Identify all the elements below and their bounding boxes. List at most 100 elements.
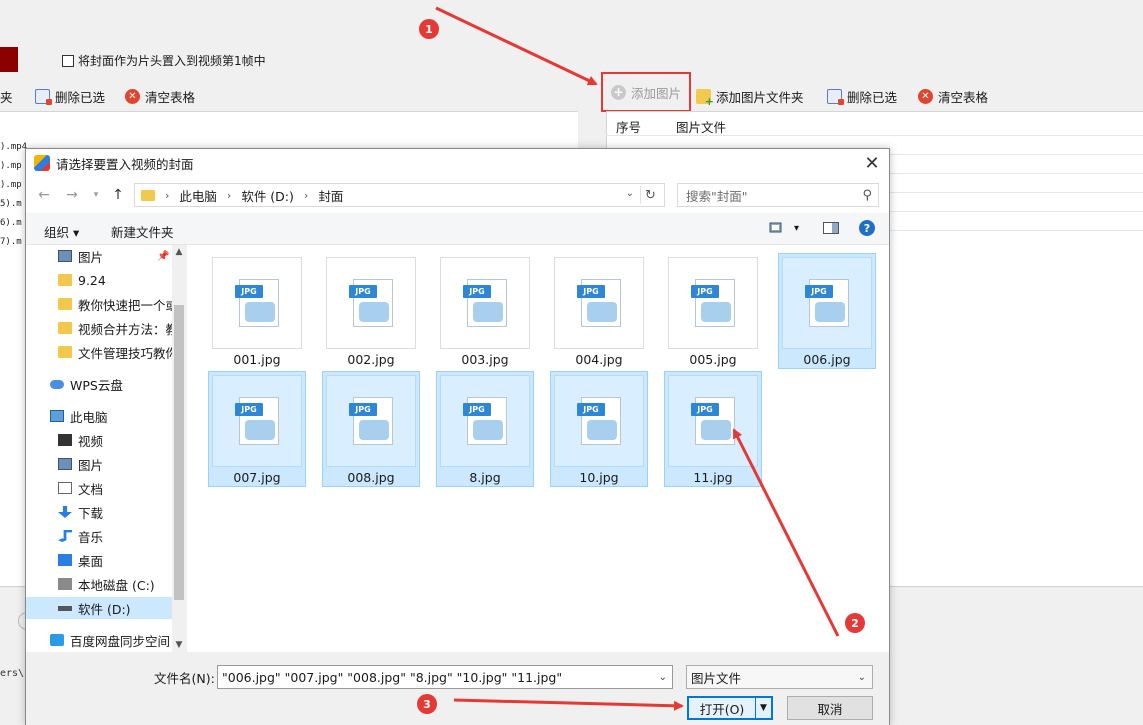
folder-icon [58,346,72,358]
add-image-button[interactable]: + 添加图片 [601,72,691,112]
chevron-down-icon[interactable]: ⌄ [626,188,634,199]
list-item[interactable]: 5).m [0,195,27,214]
document-icon [58,482,72,494]
jpg-file-icon: JPG [463,397,507,445]
left-clear-table-button[interactable]: ✕ 清空表格 [125,85,195,107]
nav-item-folder-9-24[interactable]: 9.24 [26,269,186,291]
recent-locations-icon[interactable]: ▾ [86,185,106,205]
open-button[interactable]: 打开(O) ▼ [687,696,773,720]
nav-item-label: 音乐 [78,529,104,545]
breadcrumb-drive-d[interactable]: 软件 (D:) [241,186,294,205]
forward-arrow-icon[interactable]: → [62,185,82,205]
file-tile[interactable]: JPG 8.jpg [436,371,534,487]
file-name: 006.jpg [803,352,851,367]
file-thumbnail[interactable]: JPG [782,257,872,349]
scroll-up-icon[interactable]: ▲ [172,247,186,257]
nav-item-videos[interactable]: 视频 [26,429,186,451]
file-tile[interactable]: JPG 008.jpg [322,371,420,487]
close-icon[interactable]: ✕ [861,152,883,174]
pin-icon[interactable]: 📌 [157,251,169,262]
view-dropdown-icon[interactable]: ▾ [794,223,799,234]
file-tile[interactable]: JPG 10.jpg [550,371,648,487]
chevron-down-icon[interactable]: ⌄ [659,672,667,683]
cancel-button[interactable]: 取消 [787,696,873,720]
chevron-right-icon[interactable]: › [227,189,231,202]
nav-item-downloads[interactable]: 下载 [26,501,186,523]
search-input[interactable]: 搜索"封面" ⚲ [677,183,879,207]
column-header-index[interactable]: 序号 [616,117,641,136]
nav-item-folder-merge[interactable]: 视频合并方法：教 [26,317,186,339]
chevron-right-icon[interactable]: › [304,189,308,202]
help-icon[interactable]: ? [859,220,875,236]
file-tile[interactable]: JPG 006.jpg [778,253,876,369]
list-item[interactable]: ).mp [0,176,27,195]
address-bar[interactable]: › 此电脑 › 软件 (D:) › 封面 ⌄ ↻ [134,183,665,207]
nav-item-music[interactable]: 音乐 [26,525,186,547]
file-thumbnail[interactable]: JPG [212,375,302,467]
new-folder-button[interactable]: 新建文件夹 [111,222,174,241]
dialog-title: 请选择要置入视频的封面 [56,156,194,172]
nav-item-label: 教你快速把一个或 [78,297,179,313]
file-tile[interactable]: JPG 11.jpg [664,371,762,487]
right-delete-selected-button[interactable]: 删除已选 [827,85,897,107]
file-tile[interactable]: JPG 005.jpg [664,253,762,369]
file-name: 005.jpg [689,352,737,367]
scroll-down-icon[interactable]: ▼ [172,640,186,650]
cover-as-intro-option[interactable]: 将封面作为片头置入到视频第1帧中 [62,52,266,69]
file-thumbnail[interactable]: JPG [212,257,302,349]
list-item[interactable]: 6).m [0,214,27,233]
left-add-folder-button-fragment[interactable]: 夹 [0,85,13,107]
breadcrumb-cover[interactable]: 封面 [318,186,343,205]
nav-scrollbar[interactable]: ▲ ▼ [172,245,186,652]
file-thumbnail[interactable]: JPG [440,257,530,349]
up-arrow-icon[interactable]: ↑ [108,185,128,205]
search-icon[interactable]: ⚲ [862,188,872,203]
preview-pane-icon[interactable] [823,221,839,235]
nav-item-folder-tutorial[interactable]: 教你快速把一个或 [26,293,186,315]
left-delete-selected-button[interactable]: 删除已选 [35,85,105,107]
file-tile[interactable]: JPG 003.jpg [436,253,534,369]
drive-d-icon [58,605,72,611]
open-options-dropdown-icon[interactable]: ▼ [755,698,771,718]
nav-item-pictures[interactable]: 图片 [26,453,186,475]
nav-item-folder-tips[interactable]: 文件管理技巧教你 [26,341,186,363]
chevron-down-icon[interactable]: ⌄ [858,672,866,683]
file-thumbnail[interactable]: JPG [554,257,644,349]
list-item[interactable]: ).mp4 [0,138,27,157]
file-tile[interactable]: JPG 002.jpg [322,253,420,369]
file-name: 008.jpg [347,470,395,485]
nav-item-baidu-netdisk[interactable]: 百度网盘同步空间 [26,629,186,651]
cover-as-intro-checkbox[interactable] [62,54,74,67]
clear-icon: ✕ [125,88,140,104]
scrollbar-thumb[interactable] [174,305,184,600]
file-type-select[interactable]: 图片文件 ⌄ [686,665,873,689]
filename-input[interactable]: "006.jpg" "007.jpg" "008.jpg" "8.jpg" "1… [217,665,673,689]
column-header-image-file[interactable]: 图片文件 [676,117,726,136]
file-thumbnail[interactable]: JPG [554,375,644,467]
nav-item-wps-cloud[interactable]: WPS云盘 [26,373,186,395]
add-image-folder-button[interactable]: 添加图片文件夹 [696,85,804,108]
nav-item-drive-c[interactable]: 本地磁盘 (C:) [26,573,186,595]
nav-item-drive-d[interactable]: 软件 (D:) [26,597,186,619]
file-tile[interactable]: JPG 001.jpg [208,253,306,369]
view-options-icon[interactable] [769,221,785,235]
file-thumbnail[interactable]: JPG [668,257,758,349]
file-thumbnail[interactable]: JPG [326,375,416,467]
file-tile[interactable]: JPG 004.jpg [550,253,648,369]
back-arrow-icon[interactable]: ← [34,185,54,205]
nav-item-documents[interactable]: 文档 [26,477,186,499]
nav-item-desktop[interactable]: 桌面 [26,549,186,571]
nav-item-this-pc[interactable]: 此电脑 [26,405,186,427]
breadcrumb-this-pc[interactable]: 此电脑 [179,186,217,205]
list-item[interactable]: ).mp [0,157,27,176]
file-tile[interactable]: JPG 007.jpg [208,371,306,487]
right-clear-table-button[interactable]: ✕ 清空表格 [918,85,988,107]
delete-icon [827,88,844,105]
file-thumbnail[interactable]: JPG [326,257,416,349]
chevron-right-icon[interactable]: › [165,189,169,202]
organize-menu[interactable]: 组织 ▾ [44,222,79,241]
file-thumbnail[interactable]: JPG [440,375,530,467]
refresh-icon[interactable]: ↻ [640,186,660,204]
file-thumbnail[interactable]: JPG [668,375,758,467]
list-item[interactable]: 7).m [0,233,27,252]
